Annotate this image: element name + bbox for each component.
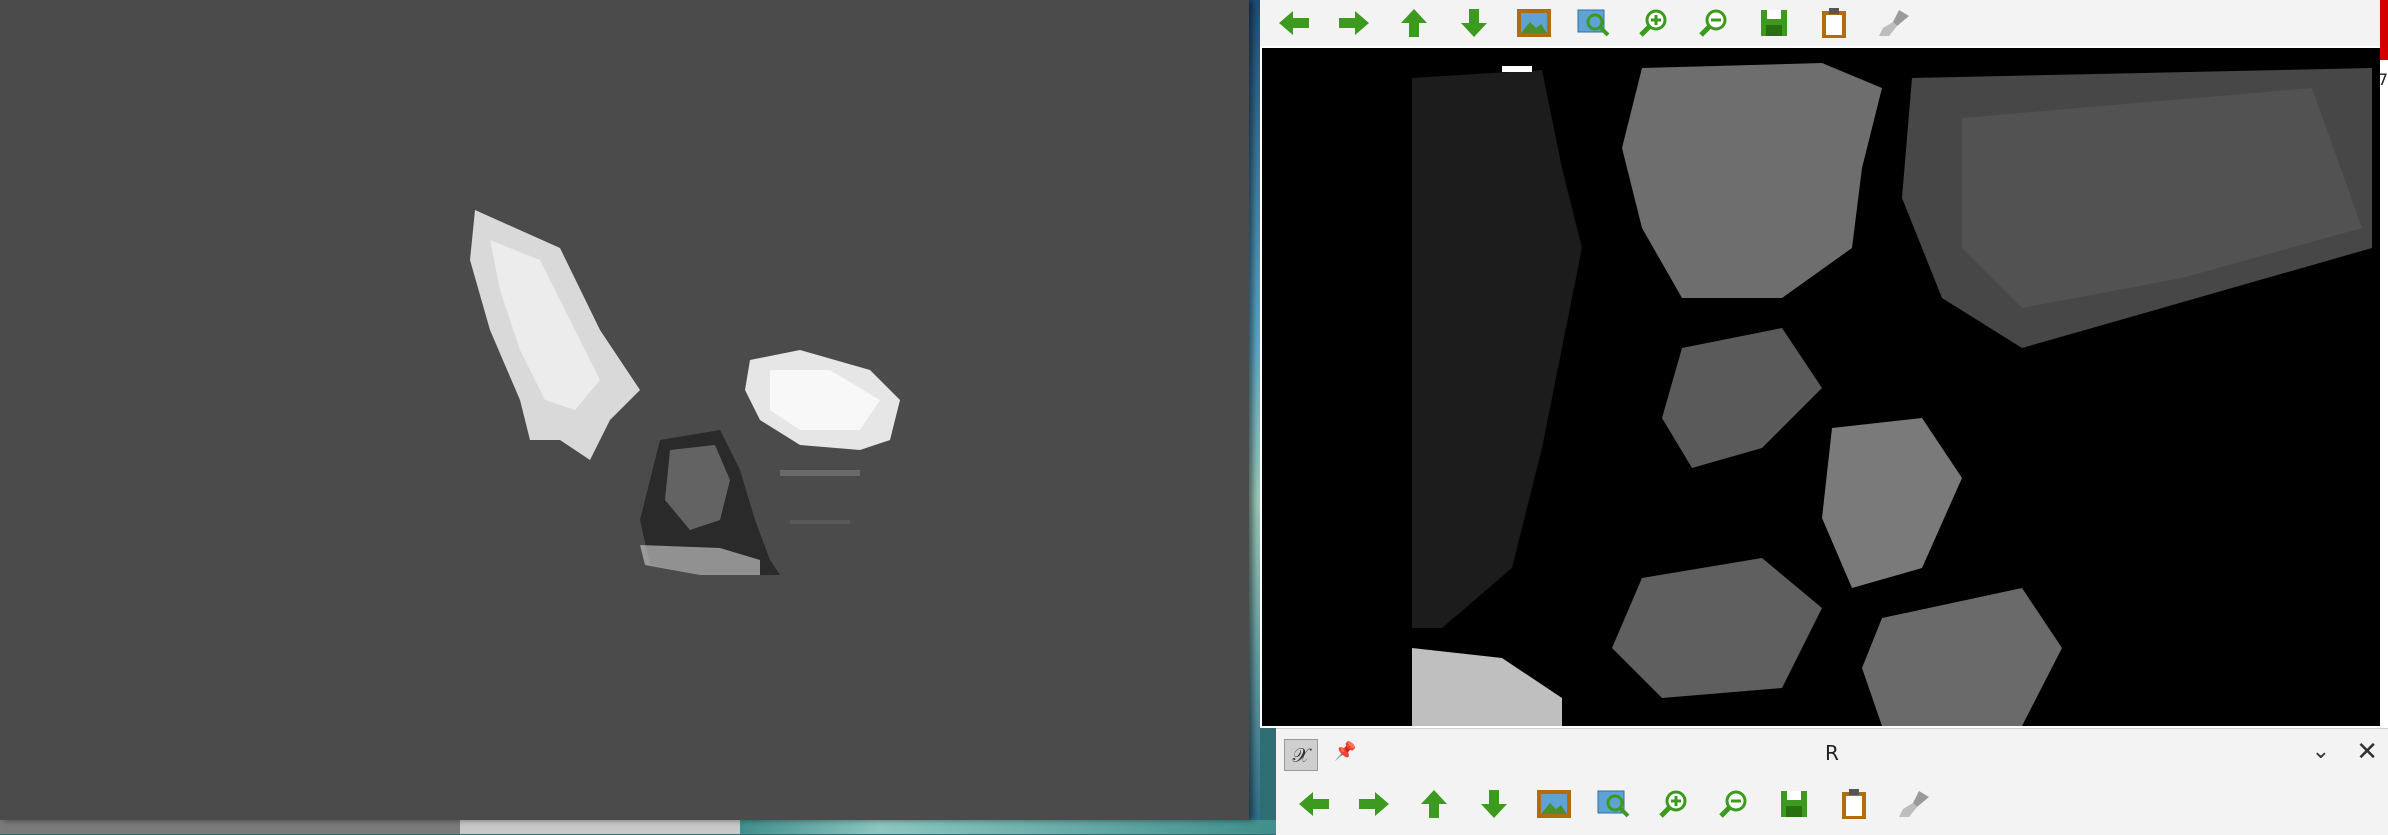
arrow-left-icon[interactable] <box>1294 786 1334 822</box>
zoom-in-icon[interactable] <box>1654 786 1694 822</box>
arrow-up-icon[interactable] <box>1414 786 1454 822</box>
zoom-in-icon[interactable] <box>1634 5 1674 41</box>
desktop-background <box>1249 0 1260 834</box>
point-cloud-render <box>470 210 900 575</box>
save-icon[interactable] <box>1754 5 1794 41</box>
cloud-fragment <box>780 470 860 476</box>
chevron-down-icon[interactable]: ⌄ <box>2312 739 2330 764</box>
depth-window-toolbar <box>1260 0 2388 46</box>
r-window-toolbar <box>1276 775 2388 833</box>
image-icon[interactable] <box>1534 786 1574 822</box>
arrow-right-icon[interactable] <box>1334 5 1374 41</box>
clipboard-icon[interactable] <box>1834 786 1874 822</box>
arrow-up-icon[interactable] <box>1394 5 1434 41</box>
clipboard-icon[interactable] <box>1814 5 1854 41</box>
clear-brush-icon[interactable] <box>1894 786 1934 822</box>
scrollbar-marker[interactable] <box>2380 0 2388 60</box>
clear-brush-icon[interactable] <box>1874 5 1914 41</box>
desktop-taskbar-strip <box>0 820 1276 834</box>
cloud-fragment <box>790 520 850 524</box>
arrow-left-icon[interactable] <box>1274 5 1314 41</box>
close-icon[interactable]: ✕ <box>2356 737 2378 767</box>
point-cloud-viewer[interactable] <box>0 0 1249 820</box>
arrow-down-icon[interactable] <box>1454 5 1494 41</box>
arrow-down-icon[interactable] <box>1474 786 1514 822</box>
zoom-out-icon[interactable] <box>1694 5 1734 41</box>
zoom-fit-icon[interactable] <box>1594 786 1634 822</box>
zoom-fit-icon[interactable] <box>1574 5 1614 41</box>
r-window-titlebar: 𝒳 📌 R ⌄ ✕ <box>1276 729 2388 775</box>
depth-image-render <box>1262 48 2380 726</box>
save-icon[interactable] <box>1774 786 1814 822</box>
depth-speck <box>1502 66 1532 72</box>
depth-image-canvas[interactable] <box>1262 48 2380 726</box>
window-title: R <box>1825 741 1839 765</box>
depth-image-window: 7 <box>1260 0 2388 728</box>
arrow-right-icon[interactable] <box>1354 786 1394 822</box>
zoom-out-icon[interactable] <box>1714 786 1754 822</box>
image-icon[interactable] <box>1514 5 1554 41</box>
r-window: 𝒳 📌 R ⌄ ✕ <box>1276 728 2388 835</box>
